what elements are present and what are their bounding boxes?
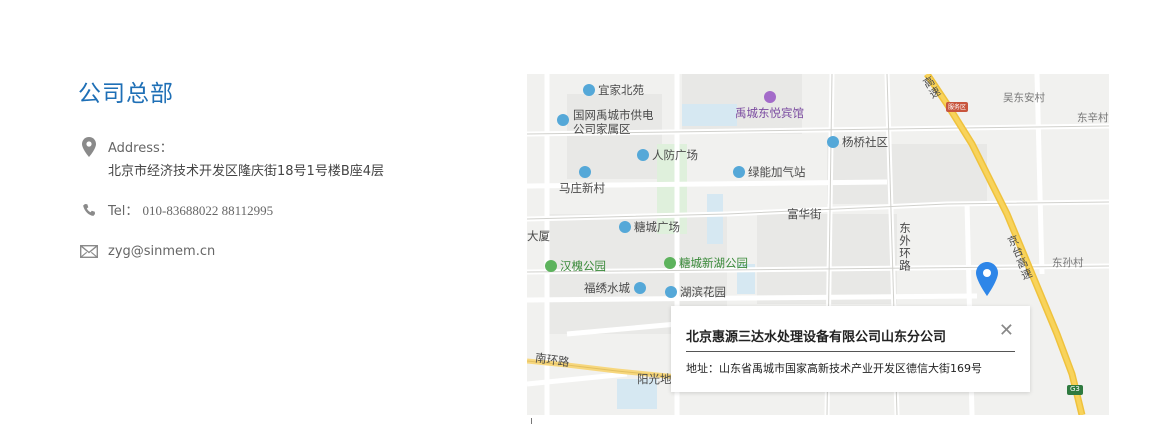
- hotel-icon: [763, 91, 776, 103]
- map-label-fuxiu: 福绣水城: [584, 280, 649, 296]
- park-icon: [664, 257, 676, 269]
- tel-label: Tel：: [108, 204, 139, 219]
- poi-icon: [583, 84, 595, 96]
- map-label-xia: 大厦: [527, 229, 550, 243]
- map-label-hanhuai: 汉槐公园: [545, 258, 606, 274]
- map-label-yangguang: 阳光地: [637, 372, 672, 386]
- address-row: Address： 北京市经济技术开发区隆庆街18号1号楼B座4层: [78, 137, 384, 183]
- poi-icon: [665, 286, 677, 298]
- location-map[interactable]: 宜家北苑 禹城东悦宾馆 国网禹城市供电 公司家属区 杨桥社区 人防广场 绿能加气…: [527, 74, 1109, 415]
- tel-row: Tel： 010-83688022 88112995: [78, 199, 273, 223]
- location-pin-icon: [78, 137, 100, 157]
- map-label-dongsun: 东孙村: [1052, 257, 1084, 269]
- map-label-hubin: 湖滨花园: [665, 284, 726, 300]
- close-icon[interactable]: ✕: [999, 322, 1014, 340]
- map-label-lvneng: 绿能加气站: [733, 164, 806, 180]
- poi-icon: [619, 221, 631, 233]
- email-row: zyg@sinmem.cn: [78, 240, 215, 263]
- map-label-tangcheng-xinhu: 糖城新湖公园: [664, 255, 748, 271]
- address-label: Address：: [108, 141, 173, 156]
- info-divider: [686, 351, 1015, 352]
- page-title: 公司总部: [78, 81, 174, 107]
- map-label-mazhuang: 马庄新村: [559, 166, 605, 196]
- info-address: 地址：山东省禹城市国家高新技术产业开发区德信大街169号: [686, 362, 982, 375]
- mail-icon: [78, 240, 100, 258]
- map-label-renfang: 人防广场: [637, 147, 698, 163]
- poi-icon: [579, 166, 591, 178]
- poi-icon: [827, 136, 839, 148]
- divider-tick: [531, 418, 532, 424]
- poi-icon: [637, 149, 649, 161]
- map-label-wudongan: 吴东安村: [1003, 92, 1045, 104]
- map-label-service-area: 服务区: [948, 104, 967, 111]
- map-label-g3: G3: [1070, 385, 1080, 393]
- gas-station-icon: [733, 166, 745, 178]
- address-value: 北京市经济技术开发区隆庆街18号1号楼B座4层: [108, 164, 385, 179]
- poi-icon: [633, 282, 646, 294]
- tel-value: 010-83688022 88112995: [142, 203, 274, 218]
- map-label-yijia: 宜家北苑: [583, 82, 644, 98]
- map-label-tangcheng: 糖城广场: [619, 219, 680, 235]
- map-label-yangqiao: 杨桥社区: [827, 134, 888, 150]
- map-label-fuhua: 富华街: [787, 207, 822, 221]
- map-label-dongxin: 东辛村: [1077, 112, 1109, 124]
- email-link[interactable]: zyg@sinmem.cn: [108, 244, 215, 259]
- info-company-name: 北京惠源三达水处理设备有限公司山东分公司: [686, 330, 947, 345]
- park-icon: [545, 260, 557, 272]
- poi-icon: [557, 114, 569, 126]
- map-info-window: 北京惠源三达水处理设备有限公司山东分公司 ✕ 地址：山东省禹城市国家高新技术产业…: [671, 306, 1030, 392]
- map-label-yucheng-hotel: 禹城东悦宾馆: [735, 91, 804, 121]
- map-label-dongwai: 东外环路: [898, 222, 912, 272]
- phone-icon: [78, 199, 100, 218]
- map-label-guowang: 国网禹城市供电 公司家属区: [557, 108, 654, 136]
